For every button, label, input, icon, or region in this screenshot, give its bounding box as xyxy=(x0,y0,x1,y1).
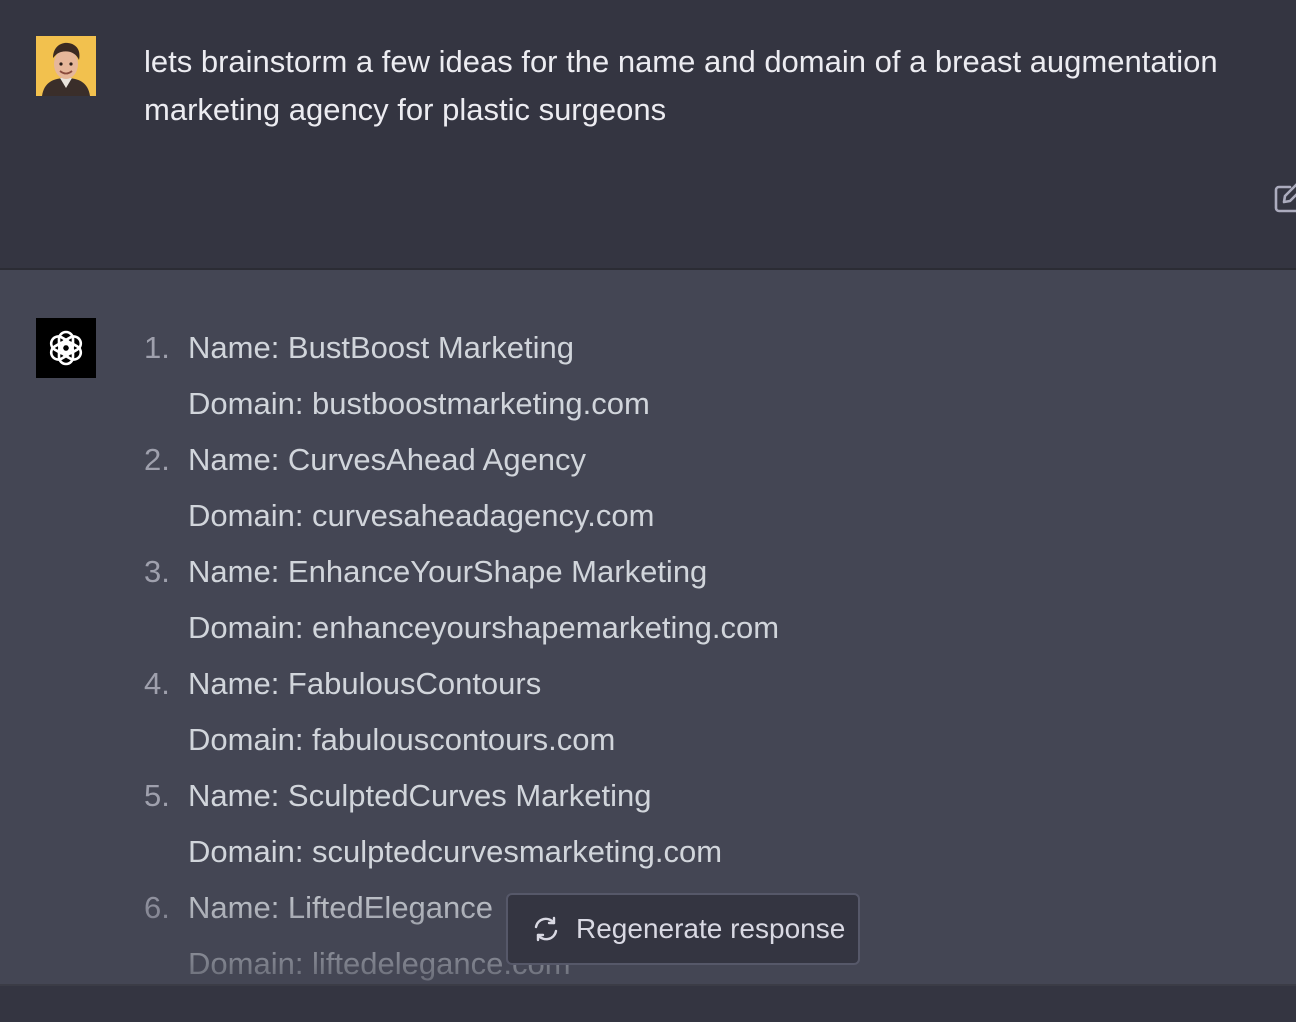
list-item-name: Name: EnhanceYourShape Marketing xyxy=(188,554,708,589)
list-item: 5. Name: SculptedCurves Marketing Domain… xyxy=(144,768,779,880)
assistant-avatar xyxy=(36,318,96,378)
user-avatar xyxy=(36,36,96,96)
list-item: 4. Name: FabulousContours Domain: fabulo… xyxy=(144,656,779,768)
list-item-number: 1. xyxy=(144,330,170,365)
list-item-domain: Domain: curvesaheadagency.com xyxy=(188,498,655,533)
regenerate-response-button[interactable]: Regenerate response xyxy=(506,893,860,965)
list-item-number: 2. xyxy=(144,442,170,477)
list-item-number: 5. xyxy=(144,778,170,813)
list-item-domain: Domain: bustboostmarketing.com xyxy=(188,386,650,421)
list-item-domain: Domain: fabulouscontours.com xyxy=(188,722,616,757)
list-item-domain: Domain: sculptedcurvesmarketing.com xyxy=(188,834,723,869)
openai-logo-icon xyxy=(49,330,83,366)
list-item: 3. Name: EnhanceYourShape Marketing Doma… xyxy=(144,544,779,656)
list-item-number: 3. xyxy=(144,554,170,589)
list-item: 2. Name: CurvesAhead Agency Domain: curv… xyxy=(144,432,779,544)
refresh-icon xyxy=(532,915,560,943)
user-message: lets brainstorm a few ideas for the name… xyxy=(0,0,1296,270)
list-item-name: Name: FabulousContours xyxy=(188,666,542,701)
list-item-name: Name: CurvesAhead Agency xyxy=(188,442,587,477)
list-item: 1. Name: BustBoost Marketing Domain: bus… xyxy=(144,320,779,432)
composer-area xyxy=(0,984,1296,1022)
edit-icon xyxy=(1274,183,1296,213)
user-avatar-photo xyxy=(36,36,96,96)
regenerate-response-label: Regenerate response xyxy=(576,913,846,944)
name-idea-list: 1. Name: BustBoost Marketing Domain: bus… xyxy=(144,320,779,984)
list-item-number: 4. xyxy=(144,666,170,701)
edit-message-button[interactable] xyxy=(1274,180,1296,214)
assistant-message: 1. Name: BustBoost Marketing Domain: bus… xyxy=(0,270,1296,984)
list-item-name: Name: BustBoost Marketing xyxy=(188,330,574,365)
list-item-domain: Domain: enhanceyourshapemarketing.com xyxy=(188,610,780,645)
list-item-name: Name: SculptedCurves Marketing xyxy=(188,778,652,813)
list-item-number: 6. xyxy=(144,890,170,925)
user-message-text: lets brainstorm a few ideas for the name… xyxy=(144,44,1218,127)
